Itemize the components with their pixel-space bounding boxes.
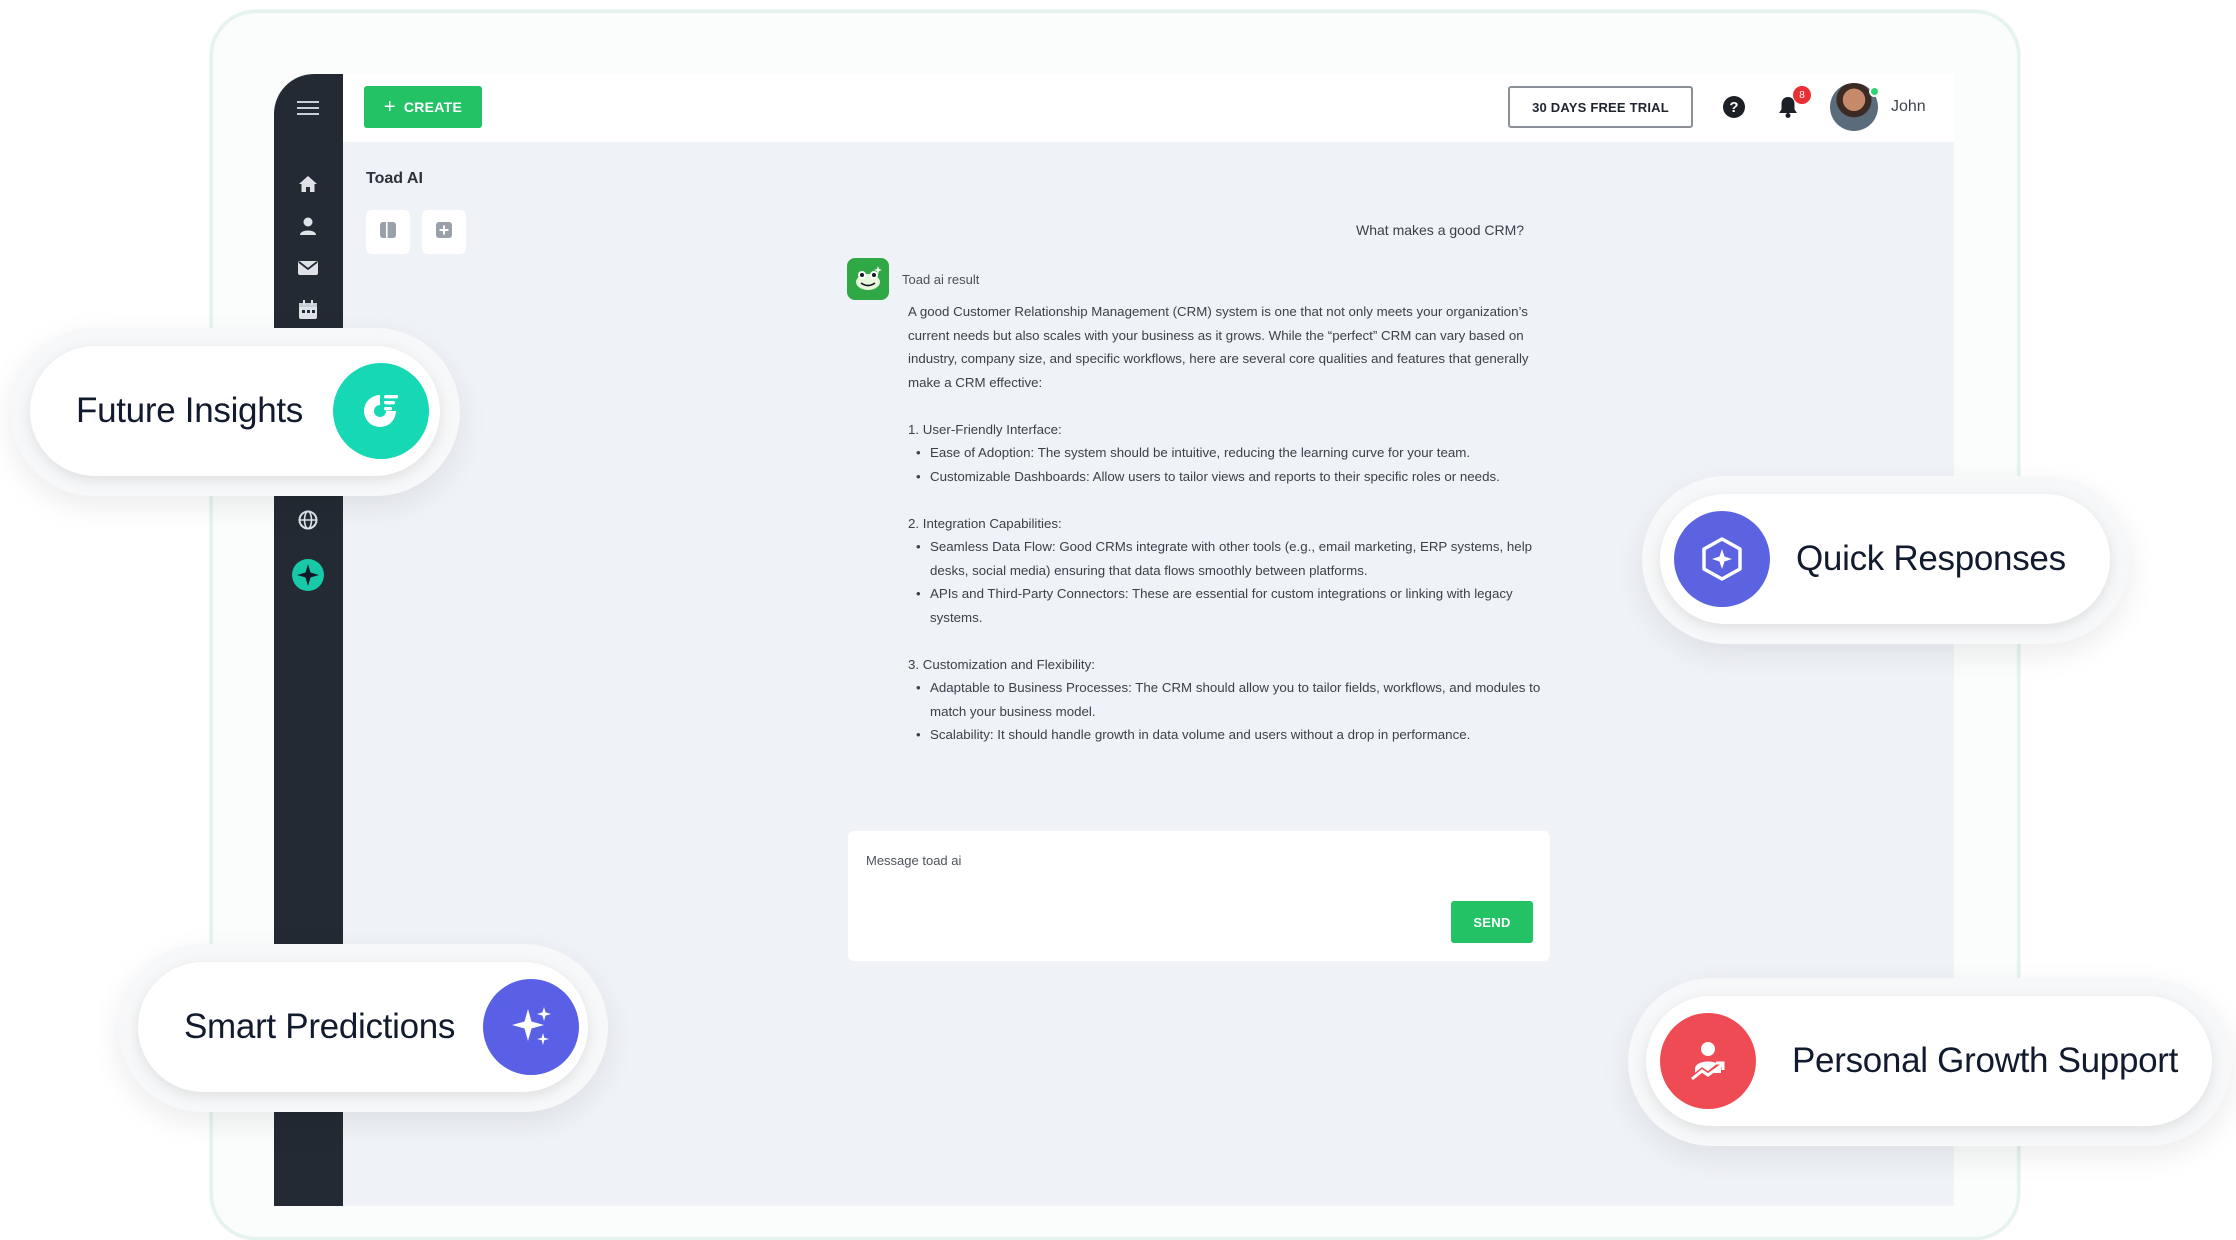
toad-ai-icon[interactable] — [290, 557, 326, 593]
quick-responses-card[interactable]: Quick Responses — [1660, 494, 2110, 624]
toad-logo-icon — [847, 258, 889, 300]
sparkles-icon — [483, 979, 580, 1075]
smart-predictions-label: Smart Predictions — [184, 1007, 456, 1046]
answer-section-heading: 3. Customization and Flexibility: — [908, 656, 1095, 672]
answer-bullet: Seamless Data Flow: Good CRMs integrate … — [908, 535, 1548, 582]
answer-section-heading: 1. User-Friendly Interface: — [908, 421, 1062, 437]
mail-icon[interactable] — [296, 256, 320, 280]
personal-growth-label: Personal Growth Support — [1792, 1041, 2179, 1080]
top-bar: + CREATE 30 DAYS FREE TRIAL ? 8 John — [343, 74, 1954, 142]
bot-answer: A good Customer Relationship Management … — [908, 300, 1548, 747]
message-input[interactable]: Message toad ai — [866, 853, 961, 868]
future-insights-card[interactable]: Future Insights — [30, 346, 440, 476]
plus-icon: + — [383, 96, 396, 118]
smart-predictions-card[interactable]: Smart Predictions — [138, 962, 588, 1092]
answer-bullet: Ease of Adoption: The system should be i… — [908, 441, 1548, 465]
personal-growth-card[interactable]: Personal Growth Support — [1646, 996, 2212, 1126]
online-status-indicator — [1869, 86, 1880, 97]
answer-section-heading: 2. Integration Capabilities: — [908, 515, 1062, 531]
free-trial-button[interactable]: 30 DAYS FREE TRIAL — [1508, 86, 1693, 128]
user-message: What makes a good CRM? — [1356, 222, 1525, 238]
quick-responses-label: Quick Responses — [1796, 539, 2066, 578]
new-chat-icon — [435, 221, 453, 244]
menu-icon[interactable] — [296, 96, 320, 120]
notification-count-badge: 8 — [1793, 86, 1811, 104]
insights-icon — [333, 363, 429, 459]
quick-responses-icon — [1674, 511, 1770, 607]
answer-bullet: Customizable Dashboards: Allow users to … — [908, 465, 1548, 489]
message-composer[interactable]: Message toad ai SEND — [848, 831, 1550, 961]
home-icon[interactable] — [296, 172, 320, 196]
create-button[interactable]: + CREATE — [364, 86, 482, 128]
sidebar-toggle-button[interactable] — [366, 210, 410, 254]
globe-icon[interactable] — [296, 508, 320, 532]
future-insights-label: Future Insights — [76, 391, 303, 430]
user-icon[interactable] — [296, 214, 320, 238]
answer-bullet: Scalability: It should handle growth in … — [908, 723, 1548, 747]
user-name[interactable]: John — [1891, 98, 1926, 116]
calendar-icon[interactable] — [296, 298, 320, 322]
help-icon[interactable]: ? — [1723, 96, 1745, 118]
new-chat-button[interactable] — [422, 210, 466, 254]
sidebar-toggle-icon — [379, 221, 397, 244]
answer-bullet: Adaptable to Business Processes: The CRM… — [908, 676, 1548, 723]
bot-name: Toad ai result — [902, 272, 980, 287]
create-button-label: CREATE — [403, 99, 463, 115]
page-title: Toad AI — [366, 170, 423, 187]
personal-growth-icon — [1660, 1013, 1756, 1109]
send-button[interactable]: SEND — [1451, 901, 1533, 943]
answer-intro: A good Customer Relationship Management … — [908, 304, 1529, 390]
answer-bullet: APIs and Third-Party Connectors: These a… — [908, 582, 1548, 629]
